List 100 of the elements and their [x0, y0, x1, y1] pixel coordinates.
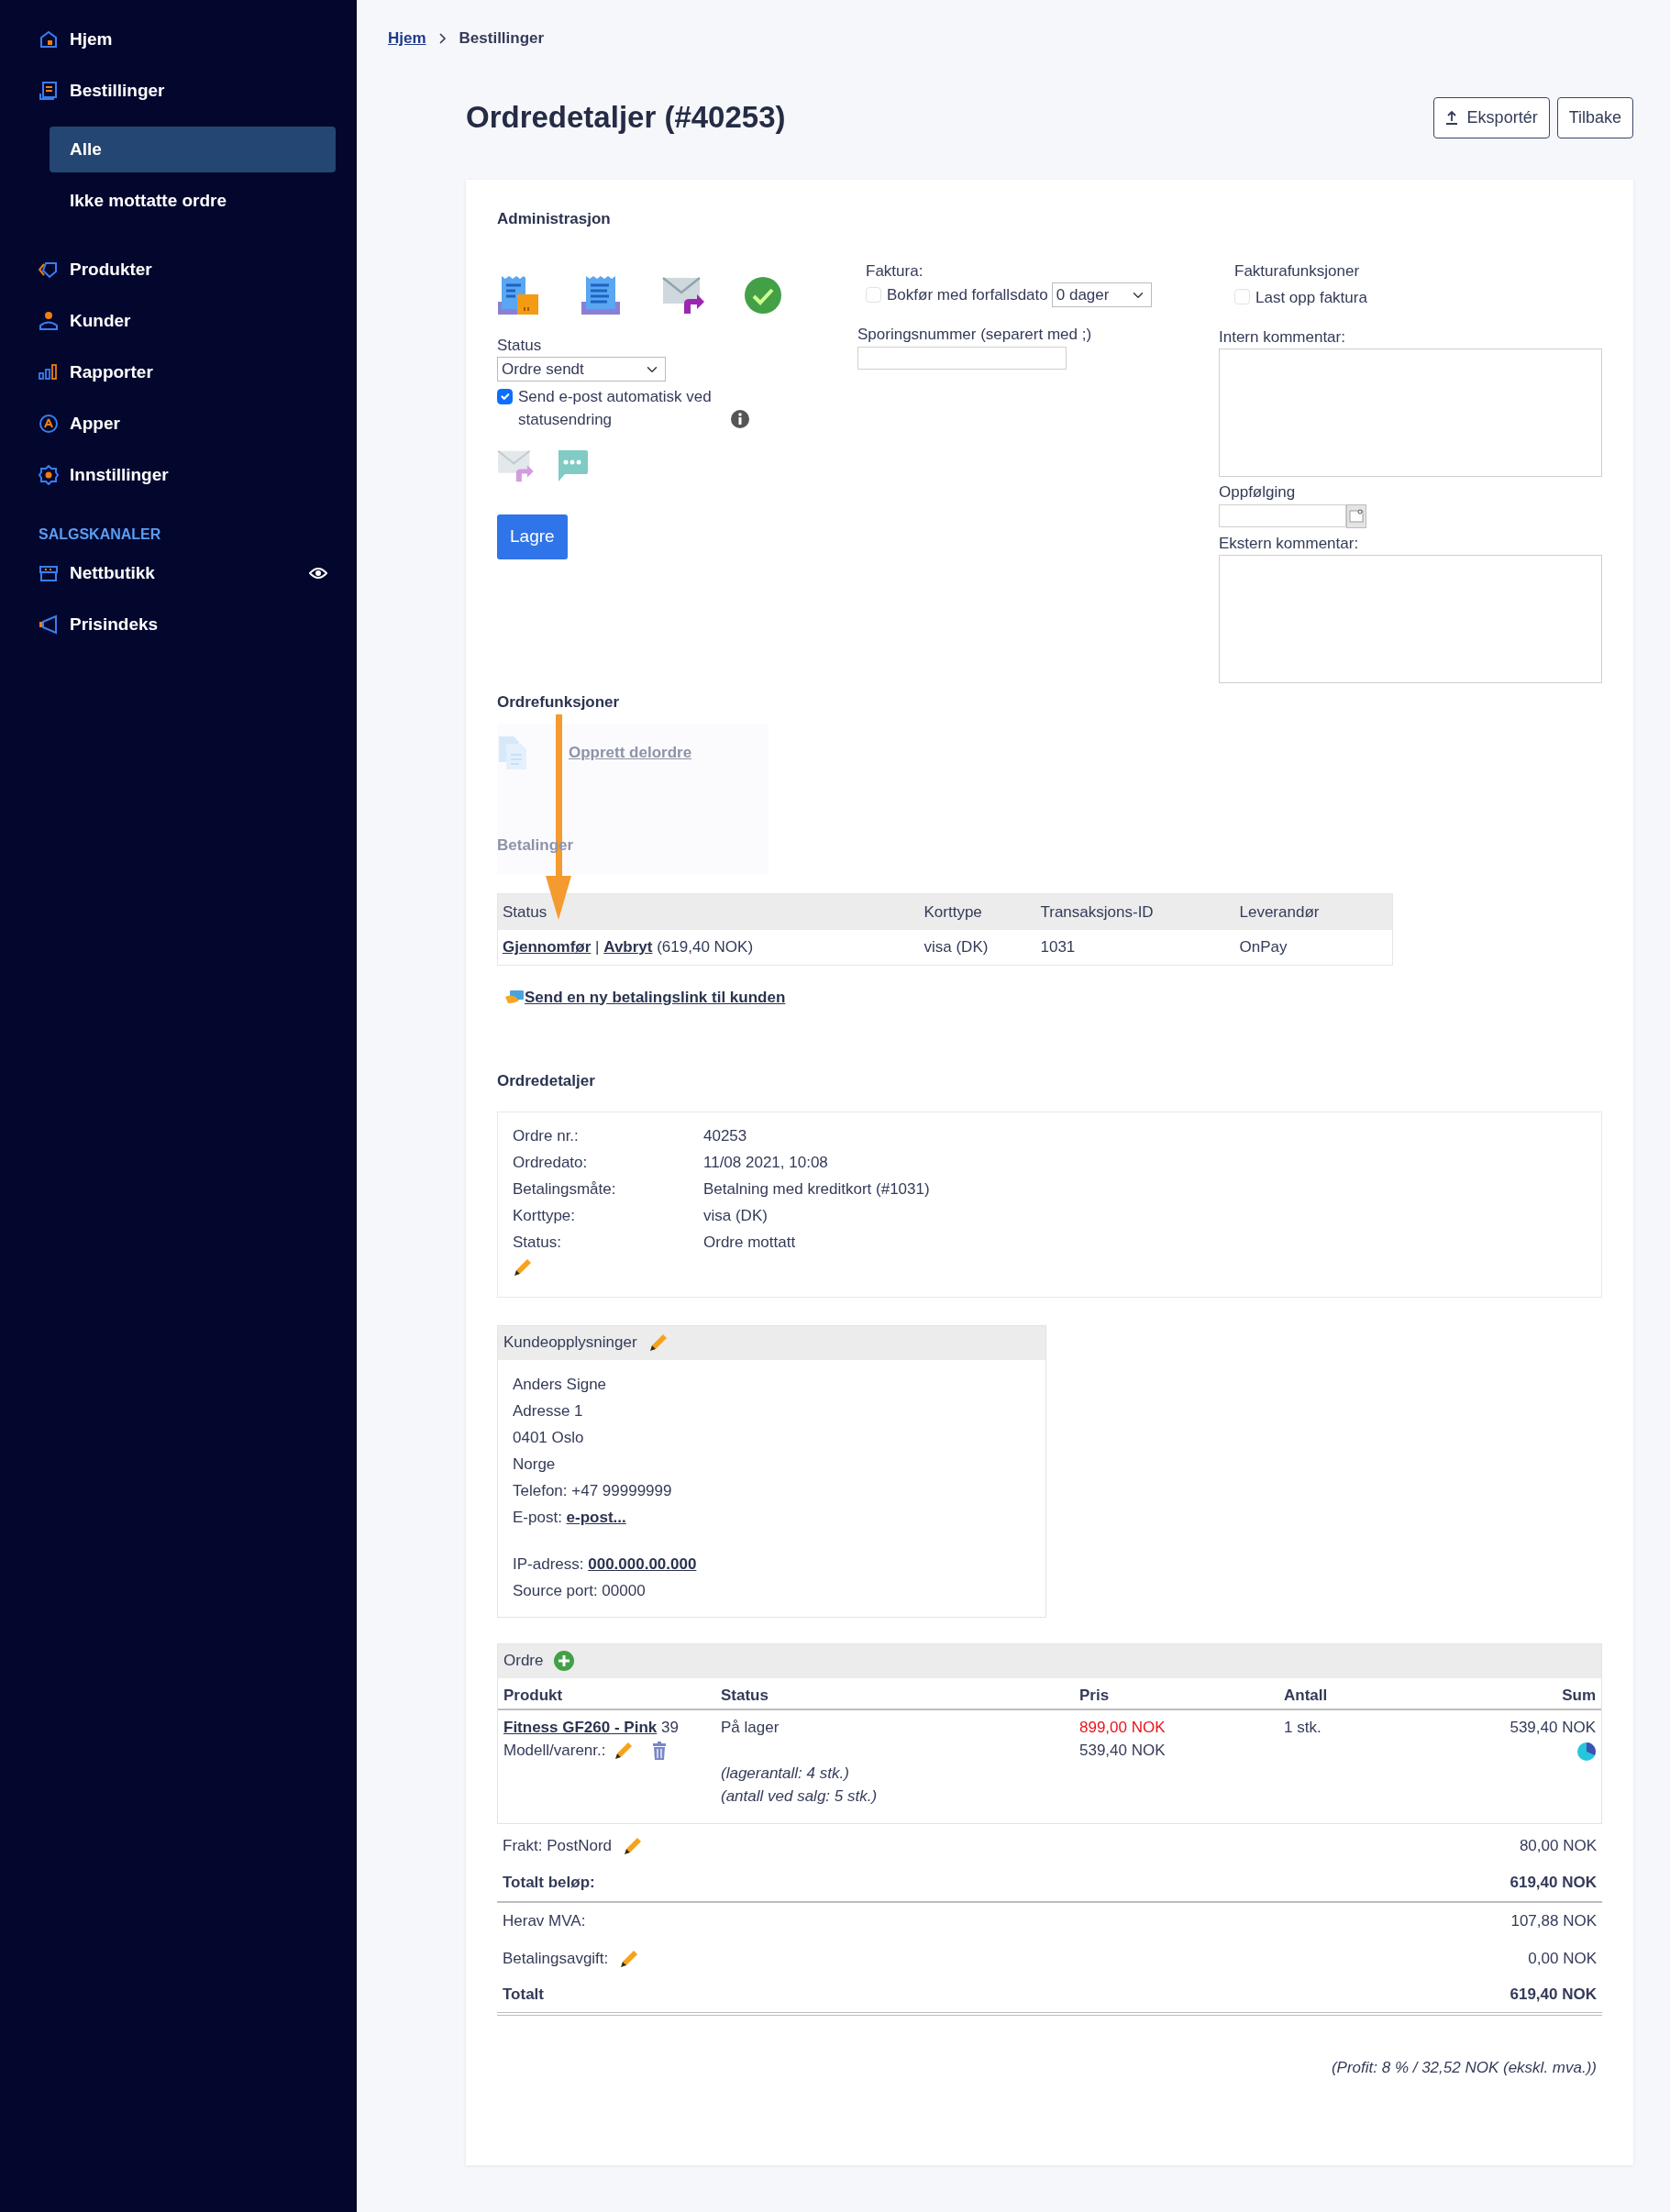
column-header: Antall: [1278, 1677, 1395, 1709]
field-label: Faktura:: [866, 261, 923, 280]
checkbox[interactable]: [497, 389, 513, 404]
date-input[interactable]: [1219, 504, 1346, 527]
breadcrumb-link[interactable]: Hjem: [388, 27, 426, 50]
field-value: 11/08 2021, 10:08: [703, 1152, 829, 1173]
page-title: Ordredetaljer (#40253): [466, 99, 786, 136]
summary-label: Totalt beløp:: [503, 1873, 595, 1894]
bar-chart-icon: [39, 362, 59, 382]
sidebar-item[interactable]: Innstillinger: [0, 449, 357, 501]
field-label: Fakturafunksjoner: [1234, 261, 1360, 280]
info-link[interactable]: 000.000.00.000: [588, 1554, 697, 1573]
panel-title: Kundeopplysninger: [503, 1333, 637, 1354]
payment-link[interactable]: Send en ny betalingslink til kunden: [525, 985, 786, 1009]
field-label: Ordredato:: [513, 1152, 589, 1173]
chevron-icon: [438, 33, 447, 44]
field-value: 40253: [703, 1125, 748, 1146]
checkbox-label: Bokfør med forfallsdato: [887, 284, 1048, 305]
section-heading: Ordredetaljer: [497, 1071, 595, 1091]
column-header: Sum: [1394, 1677, 1601, 1709]
separator: |: [595, 938, 600, 956]
product-number: 39: [660, 1719, 679, 1736]
sidebar-item[interactable]: Bestillinger: [0, 65, 357, 116]
summary-label: Totalt: [503, 1985, 544, 2006]
person-icon: [39, 311, 59, 331]
megaphone-icon: [39, 614, 59, 635]
receipt-icon[interactable]: [580, 273, 622, 316]
sidebar-item[interactable]: Produkter: [0, 244, 357, 295]
field-label: Status:: [513, 1232, 562, 1253]
table-cell: OnPay: [1234, 930, 1393, 965]
summary-label: Herav MVA:: [503, 1911, 586, 1932]
customer-info: 0401 Oslo: [513, 1428, 584, 1446]
customer-info: Source port: 00000: [513, 1581, 646, 1599]
chat-bubble-icon[interactable]: [556, 449, 589, 482]
sidebar-item[interactable]: Kunder: [0, 295, 357, 347]
table-cell: 1031: [1035, 930, 1235, 965]
sidebar-item[interactable]: Prisindeks: [0, 599, 357, 650]
sidebar-item[interactable]: Apper: [0, 398, 357, 449]
column-header: Pris: [1074, 1677, 1278, 1709]
sidebar-item[interactable]: Nettbutikk: [0, 547, 357, 599]
field-label: Status: [497, 336, 542, 354]
field-label: Korttype:: [513, 1205, 577, 1226]
comment-field[interactable]: [1219, 348, 1602, 477]
save-button[interactable]: Lagre: [497, 514, 568, 559]
home-icon: [39, 29, 59, 50]
section-heading: Administrasjon: [497, 209, 611, 229]
stock-note: (lagerantall: 4 stk.): [721, 1764, 849, 1782]
stock-status: På lager: [721, 1719, 780, 1736]
comment-field[interactable]: [1219, 555, 1602, 683]
credit-card-icon: [504, 990, 525, 1005]
field-label: Modell/varenr.:: [503, 1741, 606, 1761]
column-header: Produkt: [498, 1677, 715, 1709]
checkbox-label: Send e-post automatisk ved statusendring: [518, 387, 713, 430]
calendar-icon[interactable]: [1346, 503, 1366, 528]
submenu-item[interactable]: Ikke mottatte ordre: [50, 178, 336, 224]
pie-chart-icon[interactable]: [1577, 1742, 1596, 1761]
header-button[interactable]: Tilbake: [1556, 96, 1633, 138]
store-icon: [39, 563, 59, 583]
panel-title: Ordre: [503, 1651, 544, 1672]
customer-info: Norge: [513, 1454, 556, 1473]
summary-value: 0,00 NOK: [1528, 1949, 1597, 1970]
sidebar-item[interactable]: Hjem: [0, 14, 357, 65]
days-select[interactable]: 0 dager: [1051, 282, 1152, 307]
upload-icon: [1444, 110, 1458, 125]
trash-icon[interactable]: [651, 1741, 667, 1760]
tag-icon: [39, 260, 59, 280]
sidebar-item[interactable]: Rapporter: [0, 347, 357, 398]
status-select[interactable]: Ordre sendt: [497, 357, 666, 382]
header-button[interactable]: Eksportér: [1432, 96, 1550, 138]
info-link[interactable]: e-post...: [566, 1508, 626, 1526]
product-link[interactable]: Fitness GF260 - Pink: [503, 1719, 658, 1736]
pencil-icon[interactable]: [613, 1740, 634, 1761]
pencil-icon[interactable]: [647, 1333, 669, 1353]
pencil-icon[interactable]: [623, 1836, 644, 1856]
pencil-icon[interactable]: [619, 1949, 640, 1969]
eye-icon[interactable]: [309, 567, 327, 580]
section-label: SALGSKANALER: [38, 525, 161, 544]
field-value: Betalning med kreditkort (#1031): [703, 1178, 931, 1200]
list-icon: [39, 81, 59, 101]
summary-value: 80,00 NOK: [1519, 1836, 1597, 1857]
action-link[interactable]: Gjennomfør: [503, 938, 592, 956]
field-label: Betalingsmåte:: [513, 1178, 617, 1200]
check-circle-icon[interactable]: [745, 276, 781, 314]
sum-value: 539,40 NOK: [1510, 1719, 1596, 1736]
customer-info: Telefon: +47 99999999: [513, 1481, 672, 1499]
plus-circle-icon[interactable]: [554, 1651, 575, 1671]
section-heading: Ordrefunksjoner: [497, 692, 620, 713]
field-value: visa (DK): [703, 1205, 769, 1226]
customer-info: Anders Signe: [513, 1375, 607, 1393]
action-link[interactable]: Avbryt: [603, 938, 653, 956]
summary-value: 619,40 NOK: [1510, 1985, 1597, 2006]
submenu-item[interactable]: Alle: [50, 127, 336, 172]
pencil-icon[interactable]: [513, 1257, 533, 1277]
summary-value: 619,40 NOK: [1510, 1873, 1597, 1894]
breadcrumb-current: Bestillinger: [459, 28, 545, 50]
tracking-input[interactable]: [857, 346, 1067, 370]
info-icon[interactable]: [731, 410, 749, 428]
column-header: Korttype: [919, 893, 1036, 930]
receipt-package-icon[interactable]: [497, 273, 539, 316]
mail-forward-icon[interactable]: [662, 275, 704, 315]
